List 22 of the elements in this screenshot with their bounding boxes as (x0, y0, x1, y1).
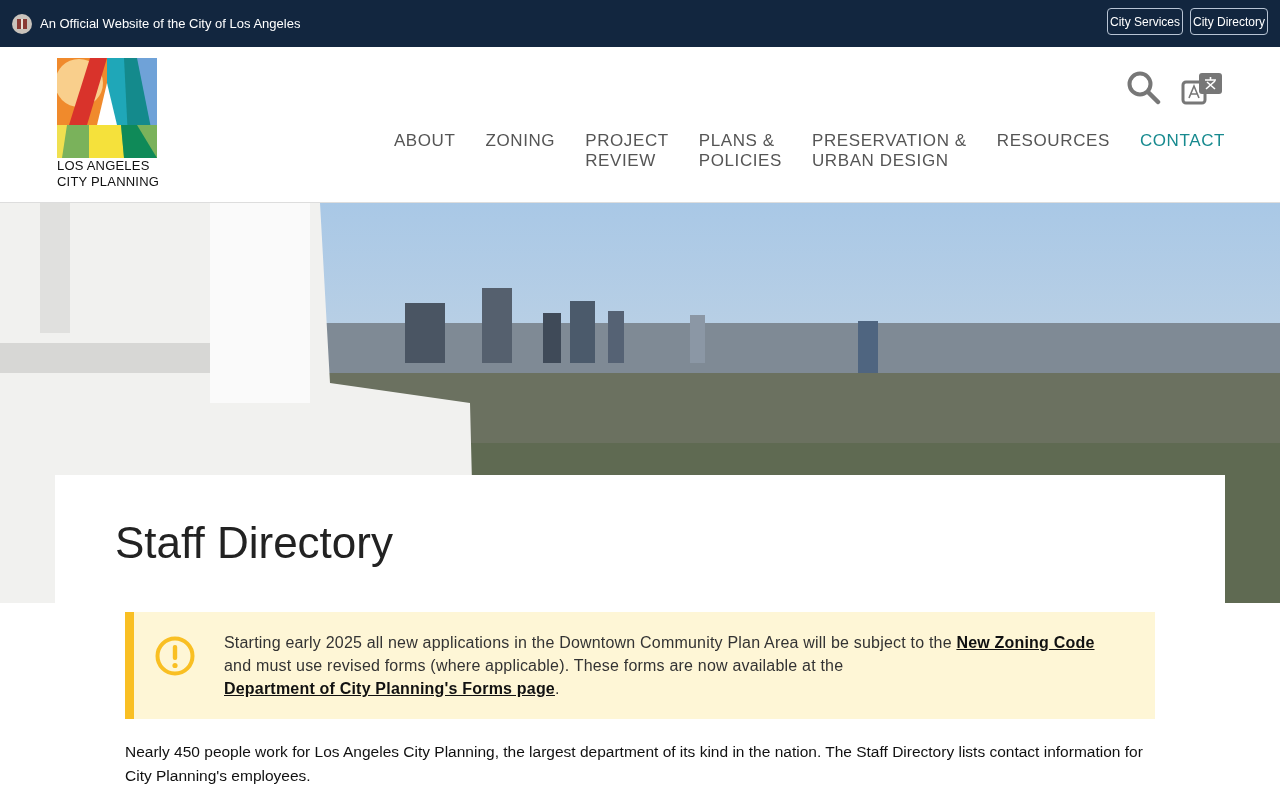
official-website-text: An Official Website of the City of Los Angeles (40, 14, 301, 33)
notice-link[interactable]: New Zoning Code (956, 634, 1095, 651)
translate-icon[interactable] (1181, 71, 1225, 105)
logo-text: CITY PLANNING (57, 174, 160, 190)
intro-text: Nearly 450 people work for Los Angeles City Planning, the largest department of its kind in the nation. The Staff Directory lists contact information for City Planning's employees. (125, 742, 1144, 786)
logo-icon[interactable] (57, 58, 157, 158)
nav-link[interactable]: ZONING (485, 131, 556, 171)
nav-link[interactable]: ABOUT (393, 131, 456, 171)
nav-link[interactable]: PLANS & POLICIES (698, 131, 782, 171)
nav-link[interactable]: RESOURCES (996, 131, 1110, 171)
page-title: Staff Directory (115, 517, 394, 569)
warning-icon (155, 636, 195, 676)
search-icon[interactable] (1127, 71, 1161, 105)
logo-text: LOS ANGELES (57, 158, 150, 174)
top-bar-link[interactable]: City Services (1106, 8, 1183, 35)
nav-link[interactable]: PROJECT REVIEW (585, 131, 669, 171)
notice-link[interactable]: Department of City Planning's Forms page (224, 680, 555, 697)
nav-link[interactable]: PRESERVATION & URBAN DESIGN (811, 131, 967, 171)
top-bar-link[interactable]: City Directory (1190, 8, 1268, 35)
nav-link[interactable]: CONTACT (1139, 131, 1225, 171)
notice-text: Starting early 2025 all new applications in the Downtown Community Plan Area will be subject to the New Zoning Code and must use revised forms (where applicable). These forms are now available at the Department of City Planning's Forms page. (224, 633, 1095, 699)
city-seal-icon (12, 13, 32, 34)
